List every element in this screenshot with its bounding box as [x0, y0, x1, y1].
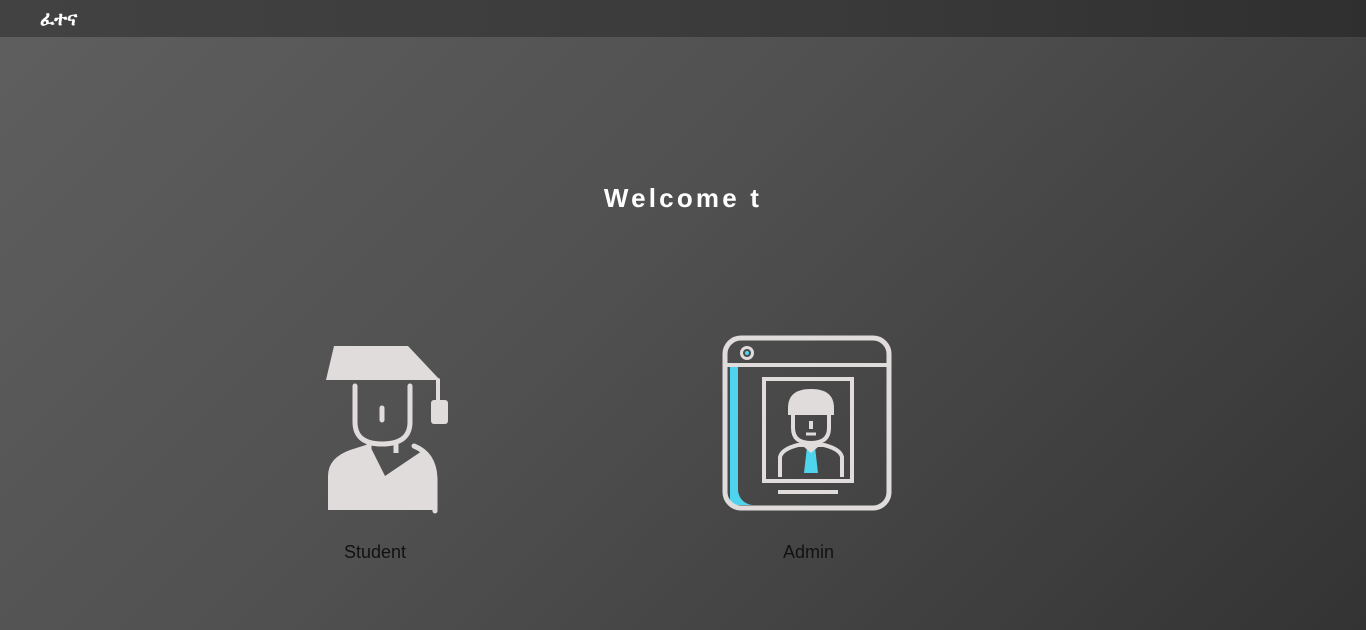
welcome-heading: Welcome t [603, 183, 763, 213]
admin-profile-icon [722, 335, 892, 511]
admin-label[interactable]: Admin [783, 541, 834, 563]
student-label[interactable]: Student [344, 541, 406, 563]
admin-login-option[interactable] [718, 333, 898, 515]
brand-logo-link[interactable]: ፈተና [40, 7, 77, 31]
top-navbar: ፈተና [0, 0, 1366, 37]
student-login-option[interactable] [318, 340, 456, 515]
graduate-student-icon [326, 346, 448, 514]
